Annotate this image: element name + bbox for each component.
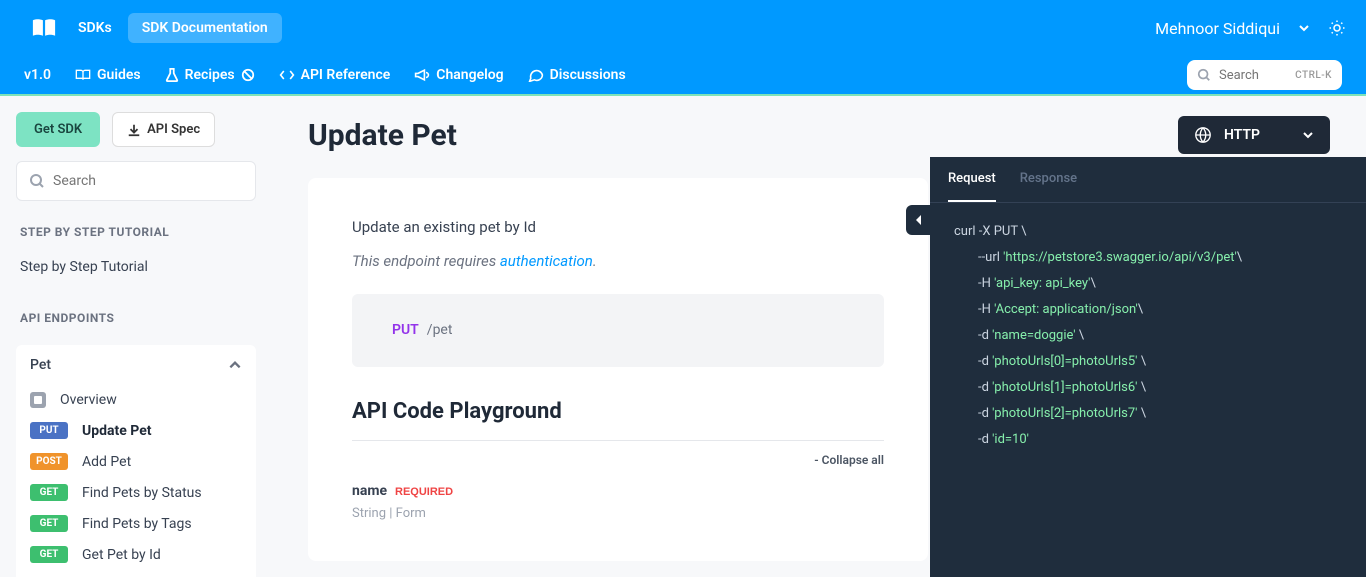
nav-changelog[interactable]: Changelog [414, 67, 503, 83]
chat-icon [528, 68, 544, 82]
panel-collapse-toggle[interactable] [906, 205, 932, 235]
method-badge: GET [30, 484, 68, 501]
chevron-down-icon [1302, 129, 1314, 141]
sidebar-search-input[interactable] [53, 173, 243, 189]
method-badge: GET [30, 546, 68, 563]
nav-recipes[interactable]: Recipes [165, 67, 255, 83]
section-endpoints-label: API ENDPOINTS [16, 311, 256, 325]
sidebar-item-find-pets-by-tags[interactable]: GET Find Pets by Tags [30, 508, 242, 539]
search-icon [29, 173, 45, 189]
sidebar-group-pet[interactable]: Pet [16, 345, 256, 385]
nav-search[interactable]: CTRL-K [1187, 60, 1342, 90]
sidebar-item-update-pet[interactable]: PUT Update Pet [30, 415, 242, 446]
method-box: PUT/pet [352, 294, 884, 367]
language-dropdown[interactable]: HTTP [1178, 116, 1330, 154]
search-shortcut: CTRL-K [1295, 70, 1332, 81]
chevron-up-icon [228, 358, 242, 372]
nav-bar: v1.0 Guides Recipes API Reference Change… [0, 56, 1366, 96]
book-icon [30, 18, 58, 38]
api-spec-button[interactable]: API Spec [112, 112, 215, 147]
sidebar-tutorial-link[interactable]: Step by Step Tutorial [16, 251, 256, 283]
no-icon [241, 68, 255, 82]
sidebar-item-overview[interactable]: Overview [30, 385, 242, 415]
version-selector[interactable]: v1.0 [24, 67, 51, 83]
content-card: Update an existing pet by Id This endpoi… [308, 178, 928, 561]
code-icon [279, 69, 295, 81]
auth-note: This endpoint requires authentication. [352, 252, 884, 270]
sidebar-item-label: Update Pet [82, 423, 152, 439]
playground-title: API Code Playground [352, 399, 884, 441]
overview-icon [30, 392, 46, 408]
sidebar-item-add-pet[interactable]: POST Add Pet [30, 446, 242, 477]
endpoint-description: Update an existing pet by Id [352, 218, 884, 236]
globe-icon [1194, 126, 1212, 144]
code-panel: Request Response curl -X PUT \--url 'htt… [930, 157, 1366, 577]
sidebar-item-label: Get Pet by Id [82, 547, 161, 563]
collapse-all-button[interactable]: - Collapse all [352, 453, 884, 467]
book-open-icon [75, 68, 91, 82]
chevron-left-icon [914, 214, 924, 226]
sdk-doc-tab[interactable]: SDK Documentation [128, 13, 282, 43]
page-title: Update Pet [308, 118, 457, 153]
content-area: Update Pet HTTP Update an existing pet b… [272, 96, 1366, 577]
nav-discussions[interactable]: Discussions [528, 67, 626, 83]
download-icon [127, 123, 141, 137]
search-icon [1197, 68, 1211, 82]
user-name[interactable]: Mehnoor Siddiqui [1155, 19, 1280, 38]
get-sdk-button[interactable]: Get SDK [16, 112, 100, 147]
code-body[interactable]: curl -X PUT \--url 'https://petstore3.sw… [930, 203, 1366, 469]
sdks-link[interactable]: SDKs [78, 20, 112, 36]
flask-icon [165, 67, 179, 83]
method-badge: PUT [30, 422, 68, 439]
section-tutorial-label: STEP BY STEP TUTORIAL [16, 225, 256, 239]
tab-request[interactable]: Request [948, 157, 996, 202]
sidebar: Get SDK API Spec STEP BY STEP TUTORIAL S… [0, 96, 272, 577]
megaphone-icon [414, 68, 430, 82]
nav-search-input[interactable] [1219, 68, 1287, 83]
method-badge: GET [30, 515, 68, 532]
sidebar-item-label: Overview [60, 392, 117, 408]
nav-api-reference[interactable]: API Reference [279, 67, 391, 83]
nav-guides[interactable]: Guides [75, 67, 141, 83]
sidebar-item-label: Find Pets by Tags [82, 516, 192, 532]
tab-response[interactable]: Response [1020, 157, 1077, 202]
brand-header: SDKs SDK Documentation Mehnoor Siddiqui [0, 0, 1366, 56]
theme-toggle-icon[interactable] [1328, 19, 1346, 37]
chevron-down-icon[interactable] [1298, 22, 1310, 34]
sidebar-item-label: Add Pet [82, 454, 131, 470]
sidebar-search[interactable] [16, 161, 256, 201]
auth-link[interactable]: authentication [500, 252, 593, 270]
sidebar-item-find-pets-by-status[interactable]: GET Find Pets by Status [30, 477, 242, 508]
sidebar-item-label: Find Pets by Status [82, 485, 202, 501]
sidebar-item-get-pet-by-id[interactable]: GET Get Pet by Id [30, 539, 242, 570]
method-badge: POST [30, 453, 68, 470]
param-row: nameREQUIRED String | Form [352, 483, 884, 521]
